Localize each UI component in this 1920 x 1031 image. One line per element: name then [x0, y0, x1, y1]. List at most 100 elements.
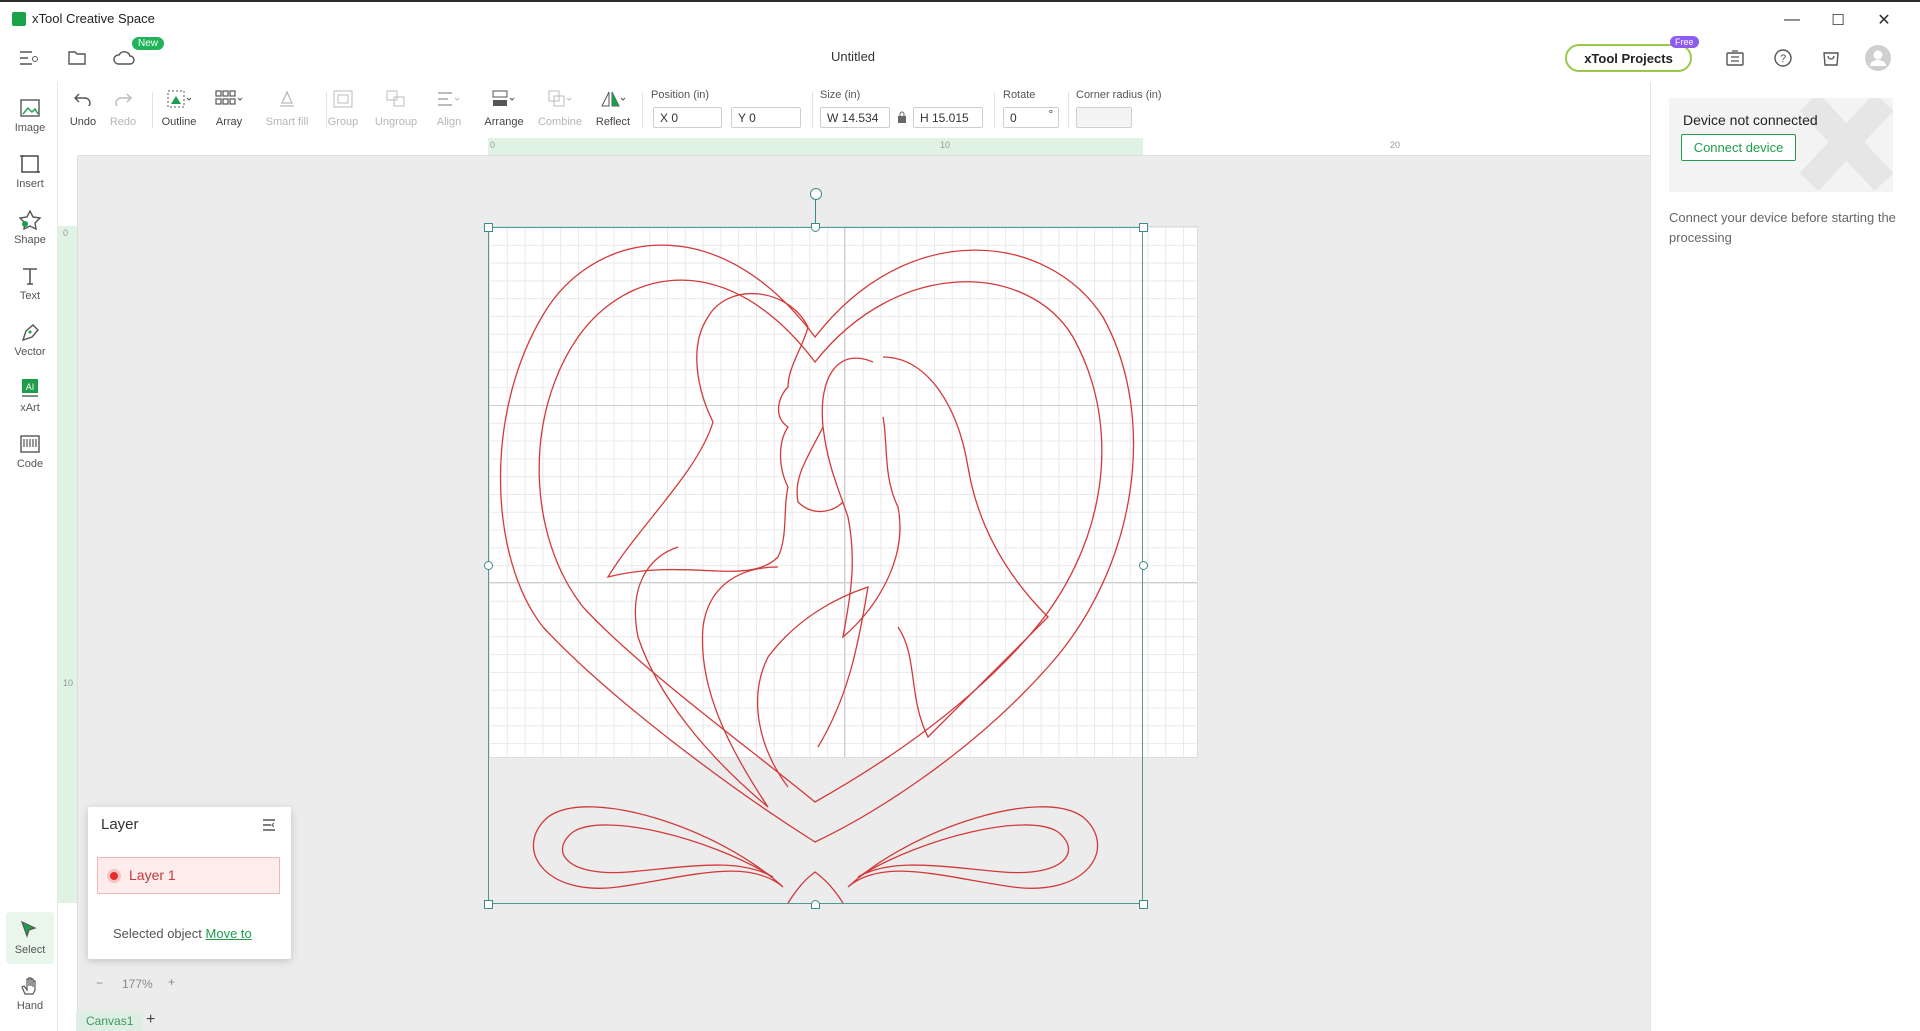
device-status-title: Device not connected — [1683, 112, 1818, 128]
ruler-corner — [58, 138, 78, 156]
layer-row[interactable]: Layer 1 — [97, 857, 280, 894]
layer-color-dot[interactable] — [107, 869, 121, 883]
app-logo-icon — [12, 12, 26, 26]
resize-handle-left[interactable] — [484, 561, 493, 570]
image-icon — [19, 98, 41, 118]
resize-handle-bottom-right[interactable] — [1139, 900, 1148, 909]
ungroup-label: Ungroup — [374, 116, 418, 128]
layer-panel-title: Layer — [101, 816, 139, 833]
ungroup-button[interactable]: Ungroup — [368, 88, 424, 128]
smart-fill-label: Smart fill — [265, 116, 309, 128]
document-title: Untitled — [830, 49, 876, 64]
shop-icon[interactable] — [1820, 47, 1842, 69]
resize-handle-bottom[interactable] — [811, 900, 820, 909]
resize-handle-right[interactable] — [1139, 561, 1148, 570]
combine-icon — [532, 88, 588, 110]
ungroup-icon — [368, 88, 424, 110]
hand-tool-label: Hand — [16, 1000, 44, 1012]
toolbar-divider — [1068, 92, 1069, 128]
move-to-link[interactable]: Move to — [206, 926, 252, 941]
svg-text:AI: AI — [26, 382, 35, 392]
pen-icon — [19, 322, 41, 342]
rotate-handle[interactable] — [810, 188, 822, 200]
reflect-label: Reflect — [595, 116, 631, 128]
smart-fill-button[interactable]: Smart fill — [256, 88, 318, 128]
ai-art-icon: AI — [19, 378, 41, 398]
array-label: Array — [215, 116, 243, 128]
rotate-value: 0 — [1010, 111, 1017, 125]
arrange-button[interactable]: Arrange — [476, 88, 532, 128]
width-input[interactable]: W 14.534 — [820, 107, 890, 128]
insert-tool[interactable]: Insert — [6, 146, 54, 198]
connect-device-button[interactable]: Connect device — [1681, 134, 1796, 161]
star-shape-icon — [18, 209, 42, 231]
top-ruler: 0 10 20 — [78, 138, 1650, 156]
left-toolbar: Image Insert Shape Text Vector AI xArt C… — [0, 82, 58, 1031]
array-grid-icon — [204, 88, 254, 110]
array-button[interactable]: Array — [204, 88, 254, 128]
outline-button[interactable]: Outline — [154, 88, 204, 128]
position-x-input[interactable]: X 0 — [653, 107, 722, 128]
corner-radius-label: Corner radius (in) — [1076, 89, 1162, 101]
degree-unit: ° — [1048, 109, 1053, 121]
minimize-button[interactable]: — — [1772, 8, 1812, 32]
ruler-tick-label: 10 — [940, 140, 951, 150]
reflect-icon — [588, 88, 638, 110]
close-window-button[interactable]: ✕ — [1864, 8, 1904, 32]
zoom-out-button[interactable]: − — [96, 976, 103, 990]
zoom-level: 177% — [122, 977, 153, 991]
rotate-input[interactable]: 0 ° — [1003, 107, 1059, 128]
tasks-icon[interactable] — [1724, 47, 1746, 69]
group-button[interactable]: Group — [318, 88, 368, 128]
ruler-selection-highlight — [58, 226, 77, 903]
align-label: Align — [436, 116, 462, 128]
text-tool[interactable]: Text — [6, 258, 54, 310]
property-toolbar: Undo Redo Outline Array Smart fill Group… — [58, 82, 1650, 138]
device-status-card: Device not connected Connect device — [1669, 98, 1893, 192]
zoom-in-button[interactable]: + — [168, 975, 175, 989]
ruler-selection-highlight — [488, 138, 1143, 155]
insert-tool-label: Insert — [16, 178, 44, 190]
layer-name: Layer 1 — [129, 867, 176, 883]
resize-handle-top[interactable] — [811, 223, 820, 232]
add-canvas-button[interactable]: + — [146, 1011, 155, 1029]
smart-fill-icon — [256, 88, 318, 110]
layer-options-icon[interactable] — [261, 817, 277, 833]
position-y-input[interactable]: Y 0 — [731, 107, 801, 128]
vector-tool[interactable]: Vector — [6, 314, 54, 366]
shape-tool[interactable]: Shape — [6, 202, 54, 254]
hand-tool[interactable]: Hand — [6, 968, 54, 1020]
tab-canvas1[interactable]: Canvas1 — [76, 1011, 144, 1031]
outline-label: Outline — [161, 116, 197, 128]
redo-button[interactable]: Redo — [98, 88, 148, 128]
align-button[interactable]: Align — [424, 88, 474, 128]
rotate-label: Rotate — [1003, 89, 1036, 101]
resize-handle-top-left[interactable] — [484, 223, 493, 232]
toolbar-divider — [994, 92, 995, 128]
select-tool[interactable]: Select — [6, 912, 54, 964]
xart-tool[interactable]: AI xArt — [6, 370, 54, 422]
lock-ratio-icon[interactable] — [896, 110, 908, 124]
vector-tool-label: Vector — [14, 346, 46, 358]
app-title: xTool Creative Space — [32, 11, 155, 26]
corner-radius-input[interactable] — [1076, 107, 1132, 128]
arrange-label: Arrange — [484, 116, 524, 128]
select-cursor-icon — [19, 920, 41, 940]
code-tool[interactable]: Code — [6, 426, 54, 478]
selection-bounding-box[interactable] — [488, 227, 1143, 904]
user-avatar-icon[interactable] — [1864, 44, 1892, 72]
text-tool-label: Text — [19, 290, 41, 302]
resize-handle-bottom-left[interactable] — [484, 900, 493, 909]
text-icon — [19, 266, 41, 286]
maximize-button[interactable]: ☐ — [1818, 8, 1858, 32]
resize-handle-top-right[interactable] — [1139, 223, 1148, 232]
canvas-workspace[interactable]: 0 10 20 0 10 — [58, 138, 1650, 1011]
reflect-button[interactable]: Reflect — [588, 88, 638, 128]
align-icon — [424, 88, 474, 110]
xtool-projects-button[interactable]: xTool Projects — [1565, 44, 1692, 72]
combine-button[interactable]: Combine — [532, 88, 588, 128]
image-tool[interactable]: Image — [6, 90, 54, 142]
help-icon[interactable]: ? — [1772, 47, 1794, 69]
arrange-icon — [476, 88, 532, 110]
height-input[interactable]: H 15.015 — [913, 107, 983, 128]
